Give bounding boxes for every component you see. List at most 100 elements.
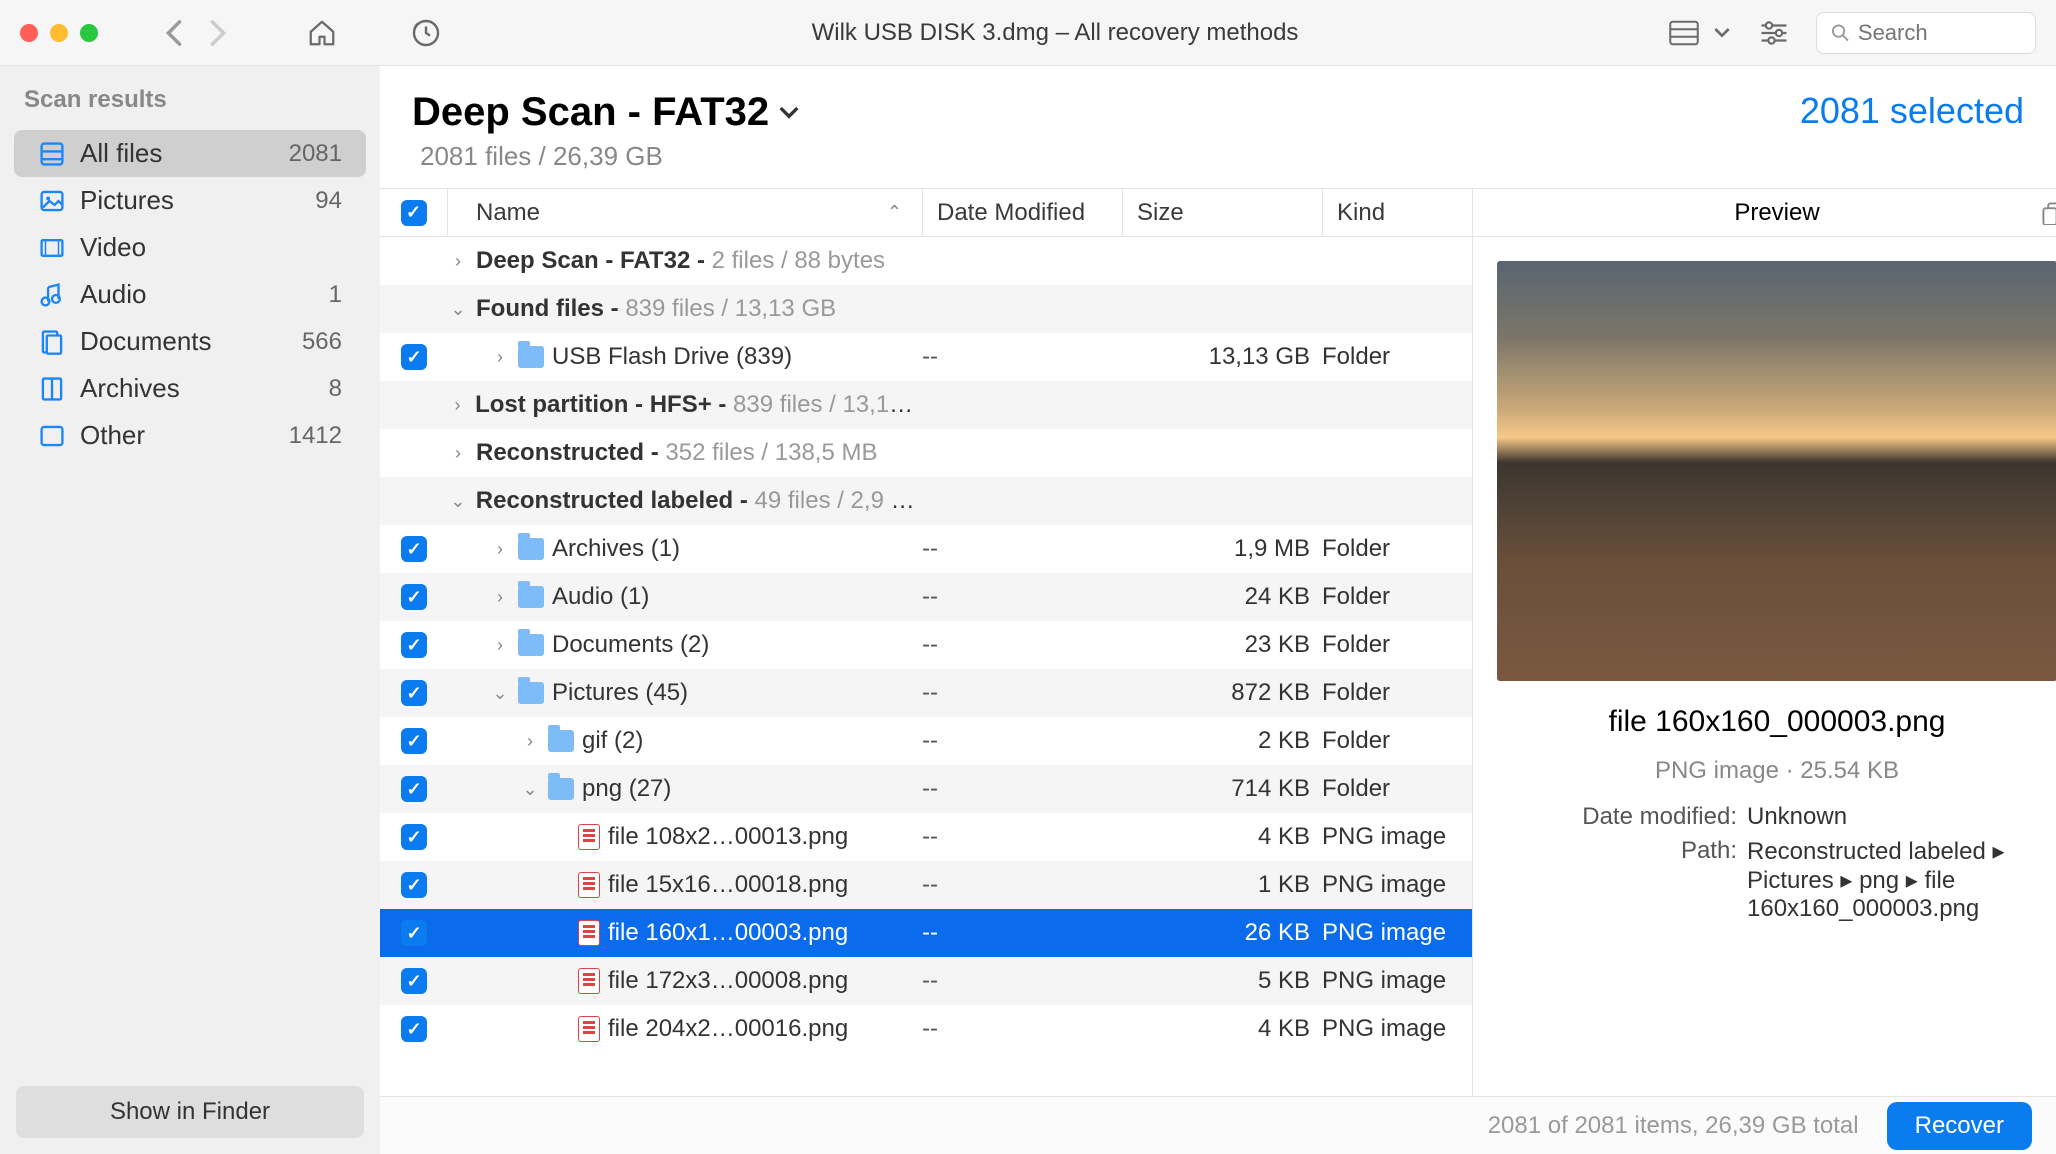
row-date: -- (922, 727, 1122, 755)
maximize-window-button[interactable] (80, 24, 98, 42)
preview-image (1497, 261, 2056, 681)
preview-date-label: Date modified: (1497, 803, 1737, 831)
group-row[interactable]: ⌄ Reconstructed labeled - 49 files / 2,9… (380, 477, 1472, 525)
file-row[interactable]: ✓ file 204x2…00016.png -- 4 KB PNG image (380, 1005, 1472, 1053)
row-checkbox[interactable]: ✓ (401, 1016, 427, 1042)
file-list: › Deep Scan - FAT32 - 2 files / 88 bytes… (380, 237, 1472, 1096)
sidebar-item-pictures[interactable]: Pictures 94 (14, 177, 366, 224)
disclosure-icon[interactable]: ⌄ (448, 299, 468, 320)
row-size: 1 KB (1122, 871, 1322, 899)
row-checkbox[interactable]: ✓ (401, 584, 427, 610)
row-checkbox[interactable]: ✓ (401, 680, 427, 706)
folder-row[interactable]: ✓ › Audio (1) -- 24 KB Folder (380, 573, 1472, 621)
file-icon (578, 1016, 600, 1042)
disclosure-icon[interactable]: › (448, 443, 468, 464)
column-name[interactable]: Name⌃ (448, 199, 922, 227)
row-checkbox[interactable]: ✓ (401, 776, 427, 802)
doc-icon (38, 328, 66, 356)
row-name: file 160x1…00003.png (608, 919, 848, 947)
row-size: 2 KB (1122, 727, 1322, 755)
minimize-window-button[interactable] (50, 24, 68, 42)
row-name: file 108x2…00013.png (608, 823, 848, 851)
folder-row[interactable]: ✓ › Documents (2) -- 23 KB Folder (380, 621, 1472, 669)
column-date[interactable]: Date Modified (922, 189, 1122, 236)
group-row[interactable]: › Deep Scan - FAT32 - 2 files / 88 bytes (380, 237, 1472, 285)
home-button[interactable] (304, 15, 340, 51)
sidebar-item-label: All files (80, 138, 275, 169)
row-checkbox[interactable]: ✓ (401, 824, 427, 850)
row-kind: PNG image (1322, 919, 1472, 947)
preview-title: Preview (1734, 199, 1819, 227)
disclosure-icon[interactable]: ⌄ (490, 683, 510, 704)
folder-row[interactable]: ✓ ⌄ Pictures (45) -- 872 KB Folder (380, 669, 1472, 717)
disclosure-icon[interactable]: › (490, 635, 510, 656)
view-mode-button[interactable] (1666, 15, 1702, 51)
sidebar-item-label: Video (80, 232, 328, 263)
sidebar-item-video[interactable]: Video (14, 224, 366, 271)
close-window-button[interactable] (20, 24, 38, 42)
back-button[interactable] (156, 15, 192, 51)
row-name: file 15x16…00018.png (608, 871, 848, 899)
search-input[interactable] (1858, 20, 2021, 46)
copy-icon[interactable] (2041, 201, 2056, 225)
column-size[interactable]: Size (1122, 189, 1322, 236)
recover-button[interactable]: Recover (1887, 1102, 2032, 1150)
row-checkbox[interactable]: ✓ (401, 344, 427, 370)
disclosure-icon[interactable]: › (448, 251, 468, 272)
group-row[interactable]: ⌄ Found files - 839 files / 13,13 GB (380, 285, 1472, 333)
select-all-checkbox[interactable]: ✓ (401, 200, 427, 226)
filter-button[interactable] (1756, 15, 1792, 51)
row-kind: PNG image (1322, 967, 1472, 995)
row-checkbox[interactable]: ✓ (401, 632, 427, 658)
preview-panel: Preview file 160x160_000003.png PNG imag… (1473, 189, 2056, 1096)
row-checkbox[interactable]: ✓ (401, 968, 427, 994)
row-size: 24 KB (1122, 583, 1322, 611)
disclosure-icon[interactable]: › (490, 539, 510, 560)
disclosure-icon[interactable]: › (490, 347, 510, 368)
sidebar-item-archives[interactable]: Archives 8 (14, 365, 366, 412)
sidebar-item-label: Pictures (80, 185, 301, 216)
row-checkbox[interactable]: ✓ (401, 872, 427, 898)
selected-count: 2081 selected (1800, 90, 2024, 132)
folder-row[interactable]: ✓ › Archives (1) -- 1,9 MB Folder (380, 525, 1472, 573)
row-kind: PNG image (1322, 871, 1472, 899)
sidebar-item-other[interactable]: Other 1412 (14, 412, 366, 459)
folder-row[interactable]: ✓ ⌄ png (27) -- 714 KB Folder (380, 765, 1472, 813)
forward-button[interactable] (200, 15, 236, 51)
sidebar-item-audio[interactable]: Audio 1 (14, 271, 366, 318)
row-checkbox[interactable]: ✓ (401, 536, 427, 562)
view-mode-chevron-icon[interactable] (1712, 15, 1732, 51)
scan-subtitle: 2081 files / 26,39 GB (412, 141, 799, 172)
row-kind: Folder (1322, 583, 1472, 611)
window-title: Wilk USB DISK 3.dmg – All recovery metho… (462, 19, 1648, 47)
disclosure-icon[interactable]: › (448, 395, 467, 416)
file-row[interactable]: ✓ file 108x2…00013.png -- 4 KB PNG image (380, 813, 1472, 861)
group-row[interactable]: › Lost partition - HFS+ - 839 files / 13… (380, 381, 1472, 429)
search-box[interactable] (1816, 12, 2036, 54)
row-date: -- (922, 967, 1122, 995)
group-row[interactable]: › Reconstructed - 352 files / 138,5 MB (380, 429, 1472, 477)
disclosure-icon[interactable]: ⌄ (520, 779, 540, 800)
scan-title[interactable]: Deep Scan - FAT32 (412, 90, 799, 135)
file-row[interactable]: ✓ file 172x3…00008.png -- 5 KB PNG image (380, 957, 1472, 1005)
folder-row[interactable]: ✓ › USB Flash Drive (839) -- 13,13 GB Fo… (380, 333, 1472, 381)
file-row[interactable]: ✓ file 15x16…00018.png -- 1 KB PNG image (380, 861, 1472, 909)
row-name: file 172x3…00008.png (608, 967, 848, 995)
row-checkbox[interactable]: ✓ (401, 920, 427, 946)
row-checkbox[interactable]: ✓ (401, 728, 427, 754)
disclosure-icon[interactable]: ⌄ (448, 491, 468, 512)
file-icon (578, 968, 600, 994)
history-button[interactable] (408, 15, 444, 51)
pic-icon (38, 187, 66, 215)
row-size: 26 KB (1122, 919, 1322, 947)
disclosure-icon[interactable]: › (520, 731, 540, 752)
row-name: png (27) (582, 775, 671, 803)
sidebar-item-documents[interactable]: Documents 566 (14, 318, 366, 365)
sidebar-item-all-files[interactable]: All files 2081 (14, 130, 366, 177)
disclosure-icon[interactable]: › (490, 587, 510, 608)
show-in-finder-button[interactable]: Show in Finder (16, 1086, 364, 1138)
file-row[interactable]: ✓ file 160x1…00003.png -- 26 KB PNG imag… (380, 909, 1472, 957)
folder-row[interactable]: ✓ › gif (2) -- 2 KB Folder (380, 717, 1472, 765)
column-kind[interactable]: Kind (1322, 189, 1472, 236)
sidebar: Scan results All files 2081 Pictures 94 … (0, 66, 380, 1154)
